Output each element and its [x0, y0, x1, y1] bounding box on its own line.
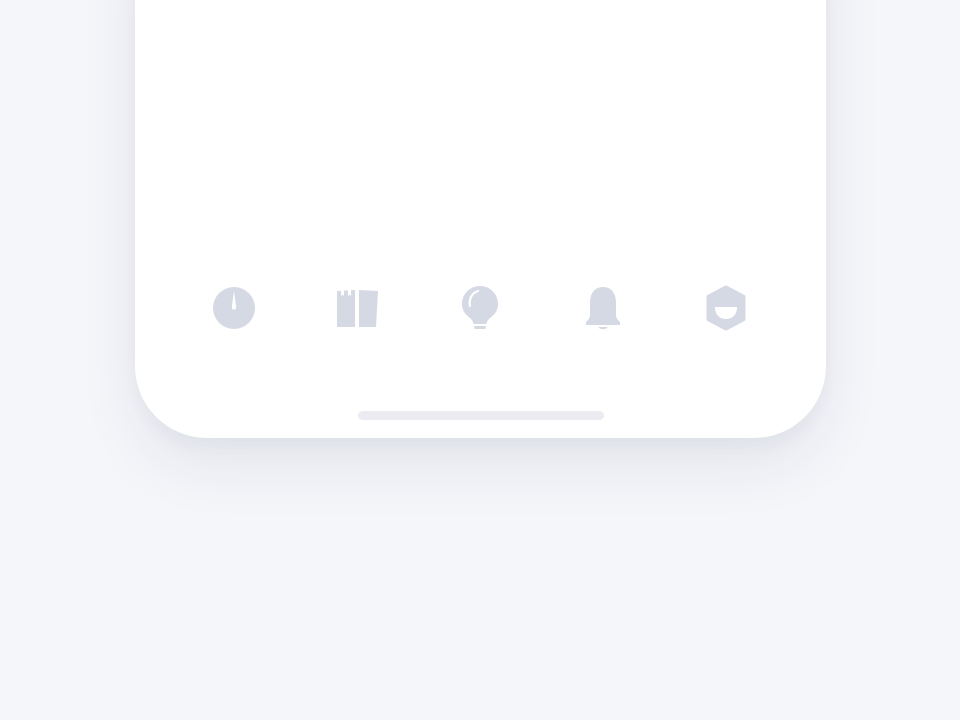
gauge-icon	[212, 286, 256, 330]
tab-lightbulb[interactable]	[450, 278, 510, 338]
content-area	[135, 0, 826, 260]
book-icon	[334, 287, 380, 329]
tab-face[interactable]	[696, 278, 756, 338]
bottom-tab-bar	[135, 278, 826, 338]
face-icon	[705, 285, 747, 331]
phone-screen	[135, 0, 826, 438]
tab-bell[interactable]	[573, 278, 633, 338]
tab-gauge[interactable]	[204, 278, 264, 338]
home-indicator[interactable]	[358, 411, 604, 420]
lightbulb-icon	[459, 284, 501, 332]
tab-book[interactable]	[327, 278, 387, 338]
bell-icon	[583, 285, 623, 331]
